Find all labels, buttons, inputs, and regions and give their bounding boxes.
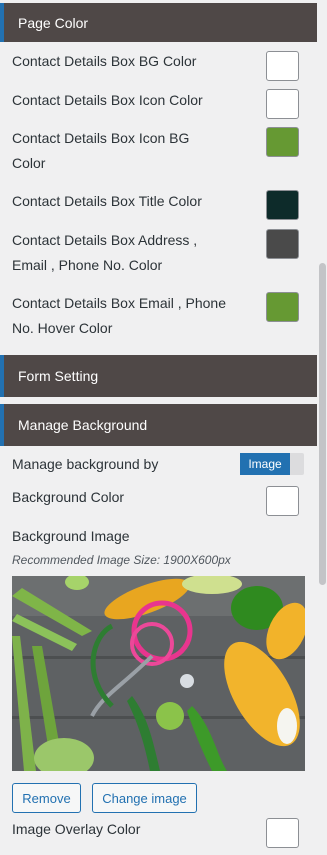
swatch-icon-bg-color[interactable]: [266, 127, 299, 157]
swatch-title-color[interactable]: [266, 190, 299, 220]
toggle-option-image[interactable]: Image: [240, 453, 290, 475]
label-hover-color-line1: Contact Details Box Email , Phone: [12, 295, 226, 311]
vegetables-photo: [12, 576, 305, 771]
swatch-background-color[interactable]: [266, 486, 299, 516]
label-background-image: Background Image: [12, 528, 130, 544]
label-title-color: Contact Details Box Title Color: [12, 193, 202, 209]
swatch-overlay-color[interactable]: [266, 818, 299, 848]
label-hover-color-line2: No. Hover Color: [12, 320, 113, 336]
label-bg-color: Contact Details Box BG Color: [12, 53, 197, 69]
section-title: Manage Background: [18, 417, 148, 433]
background-type-toggle[interactable]: Image: [240, 453, 304, 475]
label-overlay-color: Image Overlay Color: [12, 821, 141, 837]
label-address-color-line1: Contact Details Box Address ,: [12, 232, 198, 248]
swatch-address-color[interactable]: [266, 229, 299, 259]
label-icon-color: Contact Details Box Icon Color: [12, 92, 203, 108]
label-manage-by: Manage background by: [12, 456, 159, 472]
scrollbar-thumb[interactable]: [319, 263, 326, 585]
section-manage-background[interactable]: Manage Background: [0, 404, 317, 446]
label-background-color: Background Color: [12, 489, 125, 505]
recommended-size-hint: Recommended Image Size: 1900X600px: [12, 553, 231, 567]
background-image-preview: [12, 576, 305, 771]
swatch-icon-color[interactable]: [266, 89, 299, 119]
swatch-bg-color[interactable]: [266, 51, 299, 81]
remove-image-button[interactable]: Remove: [12, 783, 81, 813]
customizer-panel: Page Color Contact Details Box BG Color …: [0, 0, 317, 855]
section-page-color[interactable]: Page Color: [0, 3, 317, 42]
section-form-setting[interactable]: Form Setting: [0, 355, 317, 397]
swatch-hover-color[interactable]: [266, 292, 299, 322]
section-title: Form Setting: [18, 368, 99, 384]
label-icon-bg-color-line2: Color: [12, 155, 46, 171]
section-title: Page Color: [18, 14, 89, 31]
change-image-button[interactable]: Change image: [92, 783, 197, 813]
label-address-color-line2: Email , Phone No. Color: [12, 257, 163, 273]
label-icon-bg-color-line1: Contact Details Box Icon BG: [12, 130, 190, 146]
